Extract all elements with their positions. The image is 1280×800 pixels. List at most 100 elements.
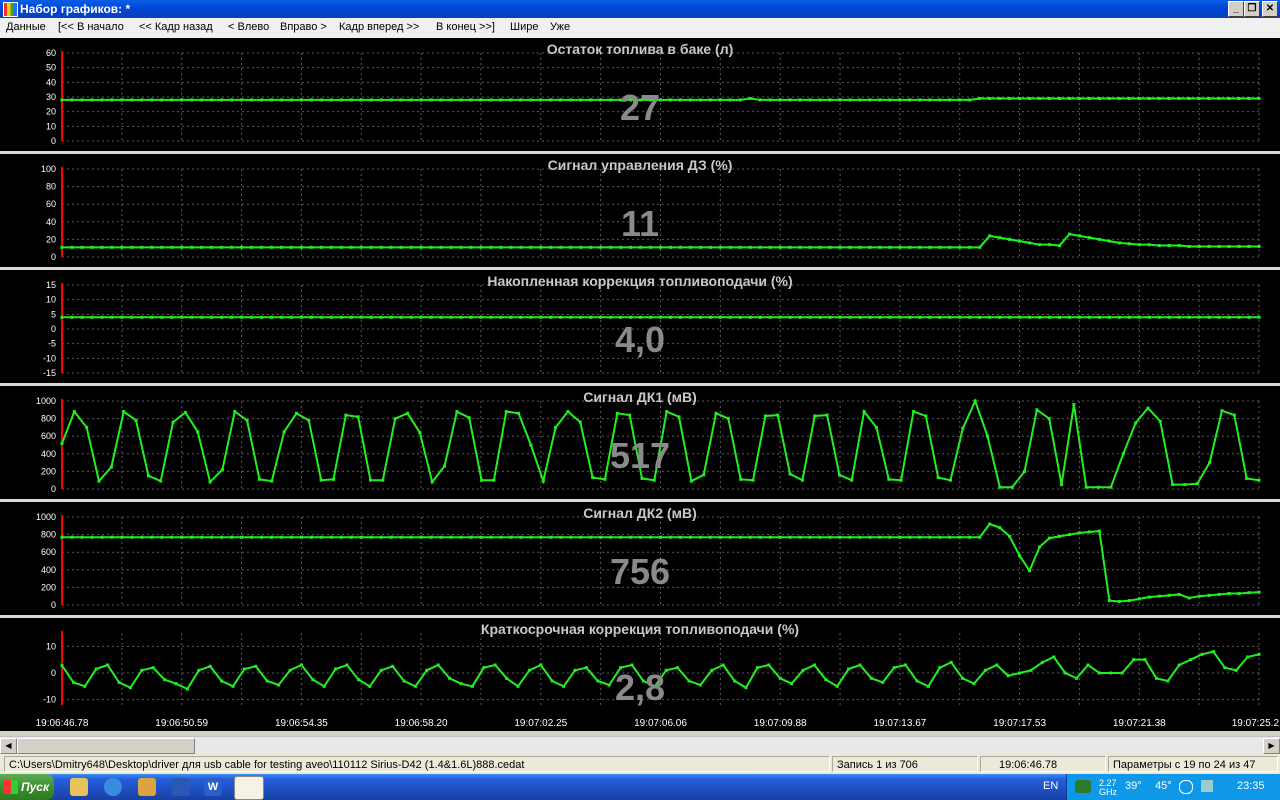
data-point [928, 98, 932, 102]
horizontal-scrollbar[interactable]: ◀ ▶ [0, 736, 1280, 754]
data-point [389, 535, 393, 539]
data-point [151, 666, 155, 670]
data-point [1067, 533, 1071, 537]
y-tick-label: 0 [51, 252, 56, 262]
data-point [958, 245, 962, 249]
data-point [609, 535, 613, 539]
data-point [938, 245, 942, 249]
data-point [649, 535, 653, 539]
language-indicator[interactable]: EN [1043, 780, 1058, 792]
charts-area[interactable]: 0 10 20 30 40 50 60 27 Остаток топлива в баке (л… [0, 38, 1280, 734]
data-point [584, 666, 588, 670]
data-point [573, 668, 577, 672]
tool-icon[interactable] [138, 778, 156, 796]
data-point [1040, 660, 1044, 664]
app-icon [3, 2, 18, 17]
panel-separator [0, 151, 1280, 154]
menu-go-start[interactable]: [<< В начало [58, 21, 124, 33]
data-point [938, 535, 942, 539]
data-point [1132, 658, 1136, 662]
data-point [180, 535, 184, 539]
data-point [309, 315, 313, 319]
data-point [688, 535, 692, 539]
time-tick-label: 19:07:21.38 [1113, 718, 1166, 729]
data-point [1237, 244, 1241, 248]
menu-data[interactable]: Данные [6, 21, 46, 33]
data-point [1107, 599, 1111, 603]
restore-button[interactable]: ❐ [1244, 1, 1260, 17]
data-point [718, 535, 722, 539]
data-point [640, 476, 644, 480]
menu-right[interactable]: Вправо > [280, 21, 327, 33]
data-point [848, 315, 852, 319]
data-point [559, 245, 563, 249]
data-point [60, 442, 64, 446]
data-point [596, 679, 600, 683]
data-point [449, 98, 453, 102]
data-point [120, 245, 124, 249]
data-point [72, 410, 76, 414]
data-point [1157, 96, 1161, 100]
menu-narrower[interactable]: Уже [550, 21, 570, 33]
data-point [718, 98, 722, 102]
active-app-icon[interactable] [234, 776, 264, 800]
data-point [200, 535, 204, 539]
data-point [180, 315, 184, 319]
data-point [818, 315, 822, 319]
data-point [948, 478, 952, 482]
volume-icon[interactable] [1179, 780, 1193, 794]
data-point [908, 245, 912, 249]
browser-icon[interactable] [104, 778, 122, 796]
data-point [1006, 674, 1010, 678]
data-point [1137, 243, 1141, 247]
charts-svg[interactable]: 010203040506027Остаток топлива в баке (л… [0, 38, 1280, 734]
data-point [848, 245, 852, 249]
data-point [529, 315, 533, 319]
time-tick-label: 19:06:58.20 [395, 718, 448, 729]
word-icon[interactable]: W [204, 778, 222, 796]
menu-go-end[interactable]: В конец >>] [436, 21, 495, 33]
data-point [231, 684, 235, 688]
data-point [369, 245, 373, 249]
menu-frame-forward[interactable]: Кадр вперед >> [339, 21, 419, 33]
chart-title: Сигнал управления ДЗ (%) [548, 157, 733, 173]
data-point [968, 315, 972, 319]
data-point [539, 535, 543, 539]
y-tick-label: 40 [46, 77, 56, 87]
data-point [419, 315, 423, 319]
data-point [539, 98, 543, 102]
data-point [915, 679, 919, 683]
scroll-thumb[interactable] [17, 738, 195, 754]
data-point [858, 315, 862, 319]
folder-icon[interactable] [70, 778, 88, 796]
scroll-left-icon[interactable]: ◀ [0, 738, 17, 754]
window-titlebar[interactable]: Набор графиков: * _ ❐ ✕ [0, 0, 1280, 18]
scroll-right-icon[interactable]: ▶ [1263, 738, 1280, 754]
data-point [688, 245, 692, 249]
menu-frame-back[interactable]: << Кадр назад [139, 21, 213, 33]
data-point [250, 98, 254, 102]
data-point [389, 98, 393, 102]
minimize-button[interactable]: _ [1228, 1, 1244, 17]
data-point [140, 668, 144, 672]
time-tick-label: 19:06:46.78 [36, 718, 89, 729]
data-point [599, 245, 603, 249]
data-point [549, 315, 553, 319]
data-point [898, 315, 902, 319]
data-point [250, 535, 254, 539]
save-disk-icon[interactable] [172, 778, 190, 796]
menu-left[interactable]: < Влево [228, 21, 269, 33]
network-icon[interactable] [1201, 780, 1213, 792]
data-point [359, 98, 363, 102]
tray-app-icon[interactable] [1075, 780, 1091, 793]
data-point [504, 410, 508, 414]
data-point [319, 98, 323, 102]
start-button[interactable]: Пуск [0, 774, 54, 800]
data-point [958, 98, 962, 102]
menu-wider[interactable]: Шире [510, 21, 538, 33]
data-point [413, 684, 417, 688]
data-point [159, 479, 163, 483]
data-point [439, 315, 443, 319]
close-button[interactable]: ✕ [1262, 1, 1278, 17]
data-point [134, 418, 138, 422]
